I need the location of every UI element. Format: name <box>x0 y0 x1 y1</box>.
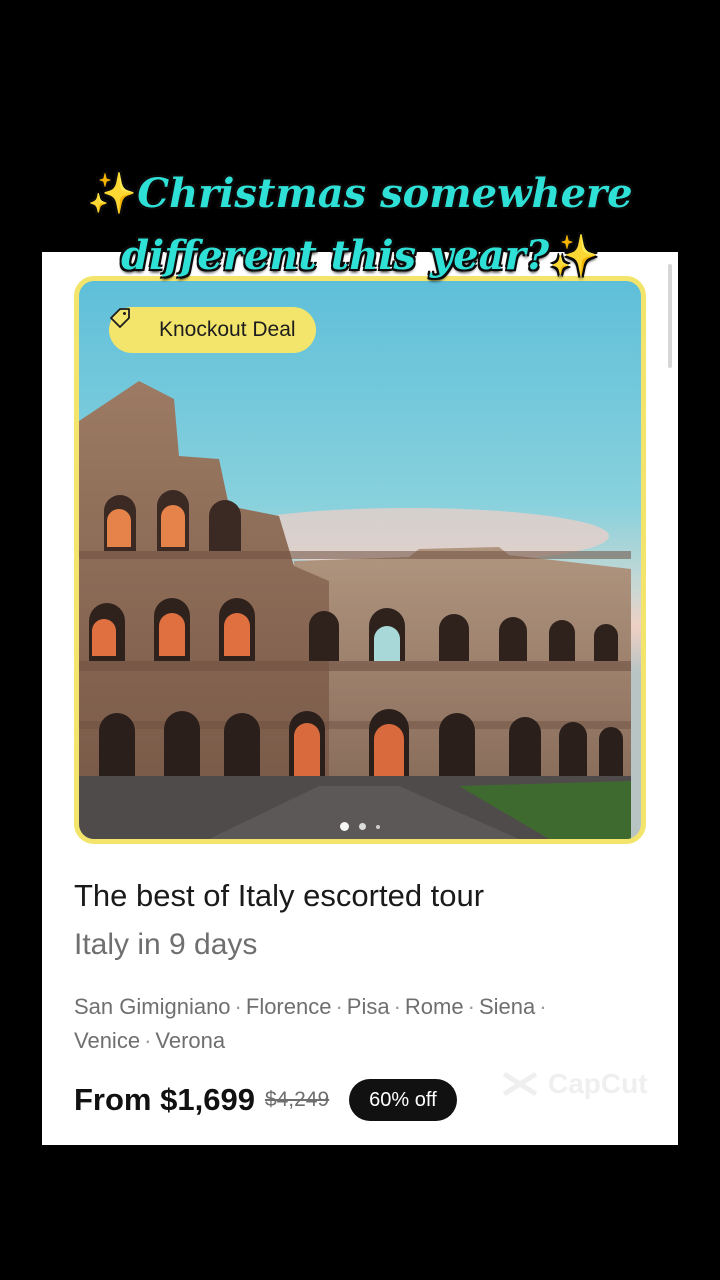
city-item: Rome <box>404 994 464 1019</box>
separator: · <box>393 994 401 1019</box>
city-list: San Gimigniano · Florence · Pisa · Rome · Siena ·… <box>74 990 614 1058</box>
scrollbar[interactable] <box>668 264 672 368</box>
city-item: Venice <box>74 1028 141 1053</box>
tour-title[interactable]: The best of Italy escorted tour <box>74 878 484 914</box>
city-item: Pisa <box>346 994 390 1019</box>
city-item: Florence <box>245 994 332 1019</box>
tag-icon <box>110 308 147 341</box>
carousel-indicator[interactable] <box>79 822 641 831</box>
separator: · <box>335 994 343 1019</box>
overlay-headline-line2: different this year?✨ <box>121 232 599 279</box>
sparkle-icon: ✨ <box>549 232 599 279</box>
badge-label: Knockout Deal <box>159 318 296 341</box>
deal-card[interactable]: Knockout Deal The best of Italy escorted… <box>42 252 678 1145</box>
original-price: $4,249 <box>264 1088 330 1111</box>
tour-photo-carousel[interactable]: Knockout Deal <box>74 276 646 844</box>
sparkle-icon: ✨ <box>87 170 138 217</box>
capcut-watermark: CapCut <box>500 1064 648 1104</box>
city-item: San Gimigniano <box>74 994 231 1019</box>
discount-badge: 60% off <box>349 1079 457 1121</box>
capcut-logo-icon <box>502 1071 538 1097</box>
knockout-deal-badge: Knockout Deal <box>109 307 316 353</box>
carousel-dot-active[interactable] <box>340 822 349 831</box>
tour-duration: Italy in 9 days <box>74 928 258 961</box>
city-item: Siena <box>478 994 536 1019</box>
overlay-headline-line1: ✨Christmas somewhere <box>87 170 633 217</box>
price-from: From $1,699 <box>74 1082 255 1117</box>
separator: · <box>144 1028 152 1053</box>
separator: · <box>539 994 547 1019</box>
separator: · <box>234 994 242 1019</box>
separator: · <box>467 994 475 1019</box>
city-item: Verona <box>155 1028 226 1053</box>
price-row: From $1,699 $4,249 60% off <box>74 1078 457 1122</box>
carousel-dot[interactable] <box>376 824 380 829</box>
colosseum-photo <box>79 381 631 839</box>
carousel-dot[interactable] <box>359 823 366 830</box>
watermark-text: CapCut <box>548 1068 648 1099</box>
